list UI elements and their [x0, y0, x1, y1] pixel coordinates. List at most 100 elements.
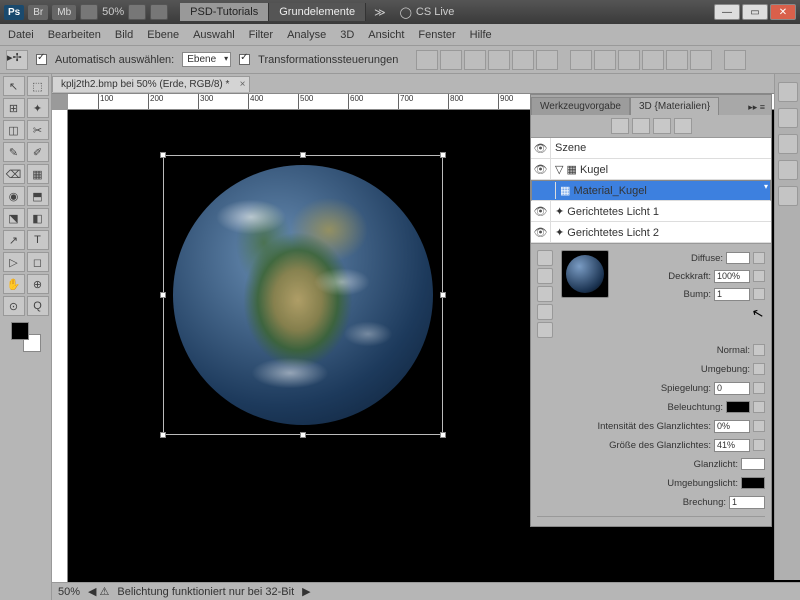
bridge-chip[interactable]: Br — [28, 5, 48, 20]
tool-pen[interactable]: ↗ — [3, 230, 25, 250]
dock-layers-icon[interactable] — [778, 82, 798, 102]
minimize-button[interactable]: — — [714, 4, 740, 20]
scene-row-sphere[interactable]: 👁▽ ▦ Kugel — [531, 159, 771, 180]
handle-br[interactable] — [440, 432, 446, 438]
illum-swatch[interactable] — [726, 401, 750, 413]
tool-quickmask[interactable]: Q — [27, 296, 49, 316]
autoselect-checkbox[interactable] — [36, 54, 47, 65]
3d-pan-icon[interactable] — [537, 286, 553, 302]
distribute-icon[interactable] — [642, 50, 664, 70]
arrange-icon[interactable] — [128, 4, 146, 20]
menu-fenster[interactable]: Fenster — [418, 29, 455, 41]
color-swatches[interactable] — [11, 322, 41, 352]
menu-bearbeiten[interactable]: Bearbeiten — [48, 29, 101, 41]
filter-scene-icon[interactable] — [611, 118, 629, 134]
align-icon[interactable] — [464, 50, 486, 70]
filter-material-icon[interactable] — [653, 118, 671, 134]
tool-wand[interactable]: ✦ — [27, 98, 49, 118]
3d-rotate-icon[interactable] — [537, 250, 553, 266]
menu-bild[interactable]: Bild — [115, 29, 133, 41]
transform-box[interactable] — [163, 155, 443, 435]
menu-ebene[interactable]: Ebene — [147, 29, 179, 41]
handle-tl[interactable] — [160, 152, 166, 158]
tool-gradient[interactable]: ▦ — [27, 164, 49, 184]
dock-adjust-icon[interactable] — [778, 160, 798, 180]
diffuse-menu-icon[interactable] — [753, 252, 765, 264]
screen-mode-icon[interactable] — [150, 4, 168, 20]
menu-hilfe[interactable]: Hilfe — [470, 29, 492, 41]
tab-3d-materials[interactable]: 3D {Materialien} — [630, 97, 719, 115]
tool-dodge[interactable]: ⬒ — [27, 186, 49, 206]
material-preview[interactable] — [561, 250, 609, 298]
scene-row-light2[interactable]: 👁✦ Gerichtetes Licht 2 — [531, 222, 771, 243]
workspace-tab-1[interactable]: PSD-Tutorials — [180, 3, 269, 21]
glossint-menu-icon[interactable] — [753, 420, 765, 432]
glosssize-menu-icon[interactable] — [753, 439, 765, 451]
tool-heal[interactable]: ◧ — [27, 208, 49, 228]
filter-light-icon[interactable] — [674, 118, 692, 134]
extra-icon[interactable] — [724, 50, 746, 70]
bump-input[interactable]: 1 — [714, 288, 750, 301]
align-icon[interactable] — [440, 50, 462, 70]
visibility-icon[interactable] — [536, 182, 556, 199]
align-icon[interactable] — [416, 50, 438, 70]
tool-brush[interactable]: ✎ — [3, 142, 25, 162]
transform-checkbox[interactable] — [239, 54, 250, 65]
tool-crop[interactable]: ◫ — [3, 120, 25, 140]
distribute-icon[interactable] — [594, 50, 616, 70]
handle-tr[interactable] — [440, 152, 446, 158]
3d-slide-icon[interactable] — [537, 304, 553, 320]
menu-datei[interactable]: Datei — [8, 29, 34, 41]
filter-mesh-icon[interactable] — [632, 118, 650, 134]
close-button[interactable]: ✕ — [770, 4, 796, 20]
zoom-level[interactable]: 50% — [102, 6, 124, 18]
dock-paths-icon[interactable] — [778, 134, 798, 154]
workspace-tab-2[interactable]: Grundelemente — [269, 3, 366, 21]
reflection-input[interactable]: 0 — [714, 382, 750, 395]
distribute-icon[interactable] — [618, 50, 640, 70]
handle-bl[interactable] — [160, 432, 166, 438]
gloss-size-input[interactable]: 41% — [714, 439, 750, 452]
fg-color[interactable] — [11, 322, 29, 340]
distribute-icon[interactable] — [666, 50, 688, 70]
visibility-icon[interactable]: 👁 — [531, 201, 551, 221]
autoselect-dropdown[interactable]: Ebene — [182, 52, 231, 67]
menu-3d[interactable]: 3D — [340, 29, 354, 41]
scene-row-material[interactable]: ▦ Material_Kugel — [531, 180, 771, 201]
tool-pencil[interactable]: ✐ — [27, 142, 49, 162]
tool-zoom[interactable]: ⊙ — [3, 296, 25, 316]
distribute-icon[interactable] — [570, 50, 592, 70]
normal-menu-icon[interactable] — [753, 344, 765, 356]
handle-mr[interactable] — [440, 292, 446, 298]
scene-row-light1[interactable]: 👁✦ Gerichtetes Licht 1 — [531, 201, 771, 222]
gloss-swatch[interactable] — [741, 458, 765, 470]
scene-row-root[interactable]: 👁Szene — [531, 138, 771, 159]
menu-auswahl[interactable]: Auswahl — [193, 29, 235, 41]
tool-type[interactable]: T — [27, 230, 49, 250]
3d-roll-icon[interactable] — [537, 268, 553, 284]
handle-bm[interactable] — [300, 432, 306, 438]
view-icon[interactable] — [80, 4, 98, 20]
tool-slice[interactable]: ✂ — [27, 120, 49, 140]
3d-scale-icon[interactable] — [537, 322, 553, 338]
distribute-icon[interactable] — [690, 50, 712, 70]
tool-shape[interactable]: ◻ — [27, 252, 49, 272]
align-icon[interactable] — [512, 50, 534, 70]
move-tool-icon[interactable]: ▸✢ — [6, 50, 28, 70]
status-zoom[interactable]: 50% — [58, 586, 80, 598]
maximize-button[interactable]: ▭ — [742, 4, 768, 20]
env-menu-icon[interactable] — [753, 363, 765, 375]
visibility-icon[interactable]: 👁 — [531, 138, 551, 158]
opacity-menu-icon[interactable] — [753, 270, 765, 282]
diffuse-swatch[interactable] — [726, 252, 750, 264]
refl-menu-icon[interactable] — [753, 382, 765, 394]
gloss-intensity-input[interactable]: 0% — [714, 420, 750, 433]
more-workspaces-icon[interactable]: ≫ — [374, 6, 386, 19]
tab-tool-presets[interactable]: Werkzeugvorgabe — [531, 97, 630, 115]
bump-menu-icon[interactable] — [753, 288, 765, 300]
dock-styles-icon[interactable] — [778, 186, 798, 206]
tool-blur[interactable]: ◉ — [3, 186, 25, 206]
tool-eraser[interactable]: ⌫ — [3, 164, 25, 184]
panel-menu-icon[interactable]: ▸▸ ≡ — [742, 100, 771, 115]
menu-ansicht[interactable]: Ansicht — [368, 29, 404, 41]
